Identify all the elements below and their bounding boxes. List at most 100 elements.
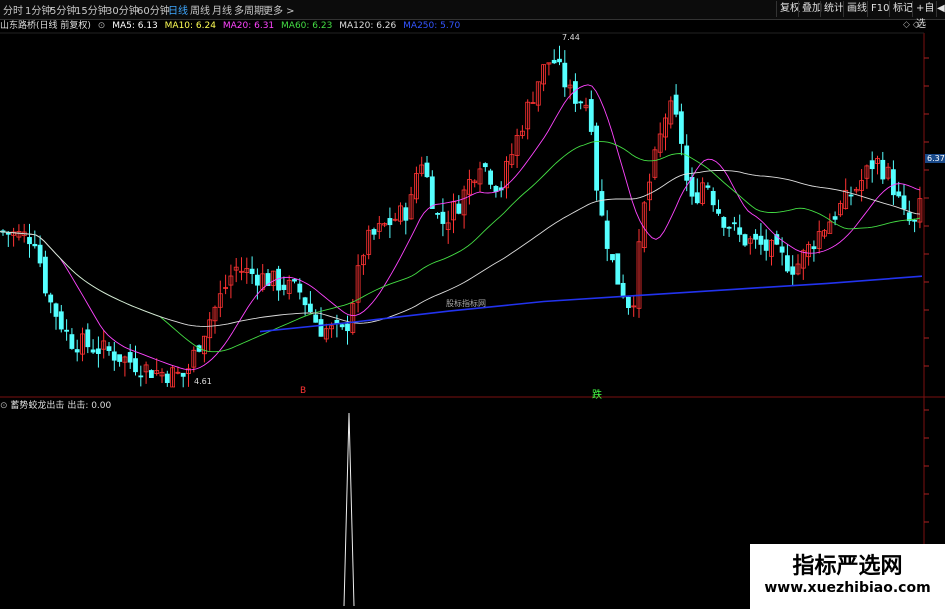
candle-body <box>90 349 96 353</box>
candle-body <box>180 372 186 377</box>
buy-marker: B <box>300 386 307 396</box>
candle-body <box>732 222 737 225</box>
candle-body <box>599 191 605 216</box>
indicator-value: 出击: 0.00 <box>67 401 112 411</box>
candle-body <box>117 354 122 362</box>
candle-body <box>488 170 494 185</box>
candles <box>0 45 923 388</box>
low-label: 4.61 <box>194 377 212 386</box>
candle-body <box>456 203 462 214</box>
candle-body <box>912 219 917 222</box>
candle-body <box>493 185 499 193</box>
candle-body <box>254 274 260 286</box>
candle-body <box>694 192 700 204</box>
candle-body <box>785 255 790 272</box>
candle-body <box>69 334 75 349</box>
candle-body <box>679 111 684 144</box>
candle-body <box>43 256 48 294</box>
candle-body <box>371 229 377 235</box>
high-label: 7.44 <box>562 33 580 42</box>
candle-body <box>763 239 769 251</box>
price-axis <box>924 57 929 579</box>
candle-body <box>106 346 112 351</box>
candle-body <box>673 94 679 115</box>
moving-average-lines <box>0 84 923 371</box>
candle-body <box>551 59 557 64</box>
candle-body <box>164 373 170 383</box>
candle-body <box>138 375 144 378</box>
candle-body <box>790 266 796 275</box>
candle-body <box>74 349 80 353</box>
candle-body <box>53 303 59 317</box>
candle-body <box>869 160 875 170</box>
candle-body <box>710 190 716 206</box>
candle-body <box>758 235 764 245</box>
indicator-legend-bar: ⊙ 蓄势蛟龙出击 出击: 0.00 <box>0 399 111 413</box>
site-watermark: 指标严选网 www.xuezhibiao.com <box>750 544 945 609</box>
candle-body <box>610 254 615 261</box>
candle-body <box>37 244 43 264</box>
ma20-line <box>0 84 921 371</box>
watermark-title: 指标严选网 <box>792 554 903 579</box>
candle-body <box>48 294 54 303</box>
center-watermark: 股标指标网 <box>446 299 486 308</box>
candle-body <box>64 329 69 332</box>
indicator-settings-icon[interactable]: ⊙ <box>0 401 8 411</box>
candle-body <box>424 162 430 178</box>
sell-marker: 跌 <box>592 390 602 401</box>
indicator-spike-line <box>343 412 355 607</box>
candle-body <box>313 314 319 323</box>
candle-body <box>594 125 599 191</box>
candle-body <box>292 279 297 282</box>
candle-body <box>387 218 393 226</box>
candle-body <box>318 319 324 337</box>
candle-body <box>716 209 721 214</box>
candle-body <box>32 243 38 247</box>
candle-body <box>578 101 584 104</box>
grid-lines <box>0 32 945 609</box>
watermark-url: www.xuezhibiao.com <box>764 580 931 596</box>
candle-body <box>429 176 435 209</box>
indicator-panel <box>343 412 355 607</box>
candle-body <box>588 99 594 132</box>
candle-body <box>832 216 838 220</box>
candle-body <box>302 297 308 306</box>
candle-body <box>96 348 101 354</box>
candle-body <box>737 227 743 235</box>
candle-body <box>339 324 345 328</box>
candle-body <box>58 311 64 330</box>
candle-body <box>684 145 690 181</box>
candle-body <box>896 191 902 197</box>
candle-body <box>148 370 154 378</box>
candle-body <box>705 185 711 188</box>
candle-body <box>435 212 441 215</box>
candle-body <box>562 62 568 88</box>
candle-body <box>307 303 313 312</box>
candle-body <box>726 226 732 229</box>
candle-body <box>345 323 350 332</box>
candle-body <box>440 211 446 224</box>
indicator-name: 蓄势蛟龙出击 <box>10 401 65 411</box>
candle-body <box>297 283 303 293</box>
candle-body <box>620 282 626 298</box>
candle-body <box>27 237 32 245</box>
candle-body <box>753 233 758 240</box>
candle-body <box>281 284 287 290</box>
candle-body <box>742 234 748 246</box>
candle-body <box>721 217 727 228</box>
candle-body <box>573 81 578 104</box>
candle-body <box>482 163 488 168</box>
candle-body <box>557 58 562 63</box>
candle-body <box>85 329 91 348</box>
candle-body <box>249 268 255 274</box>
candle-body <box>111 351 117 361</box>
candle-body <box>626 296 631 308</box>
candle-body <box>901 195 907 210</box>
candle-body <box>848 194 854 197</box>
candle-body <box>779 246 785 253</box>
candle-body <box>891 169 896 196</box>
last-price-tag: 6.37 <box>925 154 945 163</box>
candle-body <box>811 246 817 250</box>
candle-body <box>615 253 621 285</box>
candle-body <box>127 352 133 363</box>
